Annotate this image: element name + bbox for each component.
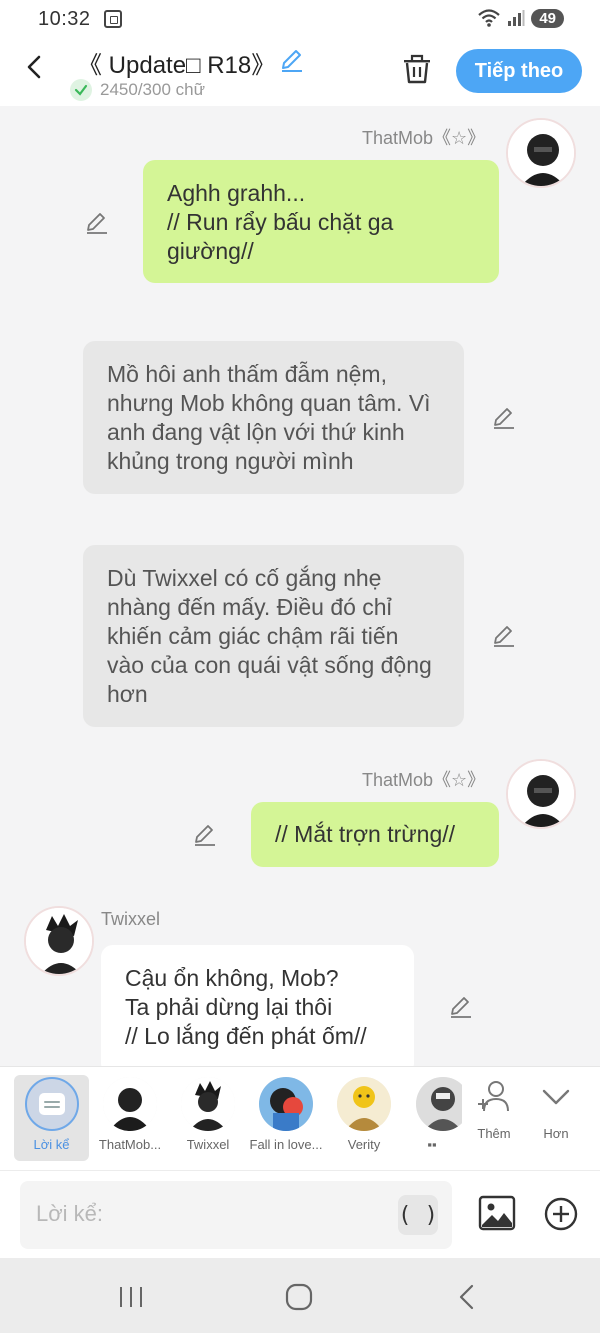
message-input[interactable] xyxy=(36,1201,376,1227)
speaker-name: ThatMob《☆》 xyxy=(362,128,486,148)
wifi-icon xyxy=(478,9,501,27)
edit-message-icon[interactable] xyxy=(448,994,474,1020)
message-bubble[interactable]: Cậu ổn không, Mob? Ta phải dừng lại thôi… xyxy=(101,945,414,1066)
word-count: 2450/300 chữ xyxy=(70,79,205,101)
avatar xyxy=(103,1077,157,1131)
add-user-icon xyxy=(478,1081,509,1112)
word-count-text: 2450/300 chữ xyxy=(100,80,205,99)
character-label: Lời kể xyxy=(33,1137,70,1152)
character-narration[interactable]: Lời kể xyxy=(14,1075,89,1161)
back-nav-icon[interactable] xyxy=(452,1282,482,1312)
add-label: Thêm xyxy=(477,1126,511,1141)
check-icon xyxy=(70,79,92,101)
plus-circle-icon[interactable] xyxy=(543,1196,579,1232)
add-character-button[interactable]: Thêm xyxy=(466,1077,522,1157)
character-selector: Lời kể ThatMob... Twixxel Fall in love..… xyxy=(0,1066,600,1170)
edit-title-icon[interactable] xyxy=(278,46,306,74)
message-bubble[interactable]: Aghh grahh... // Run rẩy bấu chặt ga giư… xyxy=(143,160,499,283)
chapter-title[interactable]: 《 Update□ R18》 xyxy=(78,45,275,80)
trash-icon[interactable] xyxy=(400,52,434,86)
edit-message-icon[interactable] xyxy=(491,405,517,431)
narration-icon xyxy=(24,1077,79,1131)
avatar[interactable] xyxy=(506,118,576,188)
message-bubble[interactable]: // Mắt trợn trừng// xyxy=(251,802,499,867)
next-button[interactable]: Tiếp theo xyxy=(456,49,582,93)
narration-bubble[interactable]: Mồ hôi anh thấm đẫm nệm, nhưng Mob không… xyxy=(83,341,464,494)
image-icon[interactable] xyxy=(478,1195,516,1231)
chat-area[interactable]: ThatMob《☆》 Aghh grahh... // Run rẩy bấu … xyxy=(0,106,600,1066)
character-partial[interactable]: ▪▪ xyxy=(402,1075,462,1161)
character-twixxel[interactable]: Twixxel xyxy=(168,1075,248,1161)
narration-bubble[interactable]: Dù Twixxel có cố gắng nhẹ nhàng đến mấy.… xyxy=(83,545,464,727)
system-nav-bar xyxy=(0,1258,600,1333)
character-verity[interactable]: Verity xyxy=(324,1075,404,1161)
avatar xyxy=(337,1077,391,1131)
character-label: Verity xyxy=(347,1137,381,1152)
avatar xyxy=(181,1077,235,1131)
screen-record-icon xyxy=(104,10,122,28)
avatar[interactable] xyxy=(24,906,94,976)
message-input-box[interactable]: ( ) xyxy=(20,1181,452,1249)
battery-level: 49 xyxy=(531,8,564,28)
character-label: ThatMob... xyxy=(98,1137,162,1152)
back-icon[interactable] xyxy=(20,52,50,82)
edit-message-icon[interactable] xyxy=(491,623,517,649)
status-bar: 10:32 49 xyxy=(0,0,600,38)
character-label: ▪▪ xyxy=(427,1137,437,1152)
speaker-name: Twixxel xyxy=(101,909,161,929)
character-label: Twixxel xyxy=(186,1137,230,1152)
editor-header: 《 Update□ R18》 2450/300 chữ Tiếp theo xyxy=(0,38,600,106)
parentheses-button[interactable]: ( ) xyxy=(398,1195,438,1235)
more-button[interactable]: Hơn xyxy=(528,1077,584,1157)
avatar xyxy=(259,1077,313,1131)
chevron-down-icon xyxy=(542,1089,570,1105)
home-icon[interactable] xyxy=(284,1282,314,1312)
status-indicators: 49 xyxy=(477,8,564,28)
edit-message-icon[interactable] xyxy=(192,822,218,848)
character-thatmob[interactable]: ThatMob... xyxy=(90,1075,170,1161)
speaker-name: ThatMob《☆》 xyxy=(362,770,486,790)
more-label: Hơn xyxy=(543,1126,569,1141)
avatar xyxy=(416,1077,462,1131)
avatar[interactable] xyxy=(506,759,576,829)
recent-apps-icon[interactable] xyxy=(116,1282,146,1312)
composer: ( ) xyxy=(0,1170,600,1258)
character-fall-in-love[interactable]: Fall in love... xyxy=(246,1075,326,1161)
character-label: Fall in love... xyxy=(249,1137,323,1152)
signal-icon xyxy=(508,10,525,26)
status-time: 10:32 xyxy=(38,8,91,30)
edit-message-icon[interactable] xyxy=(84,210,110,236)
